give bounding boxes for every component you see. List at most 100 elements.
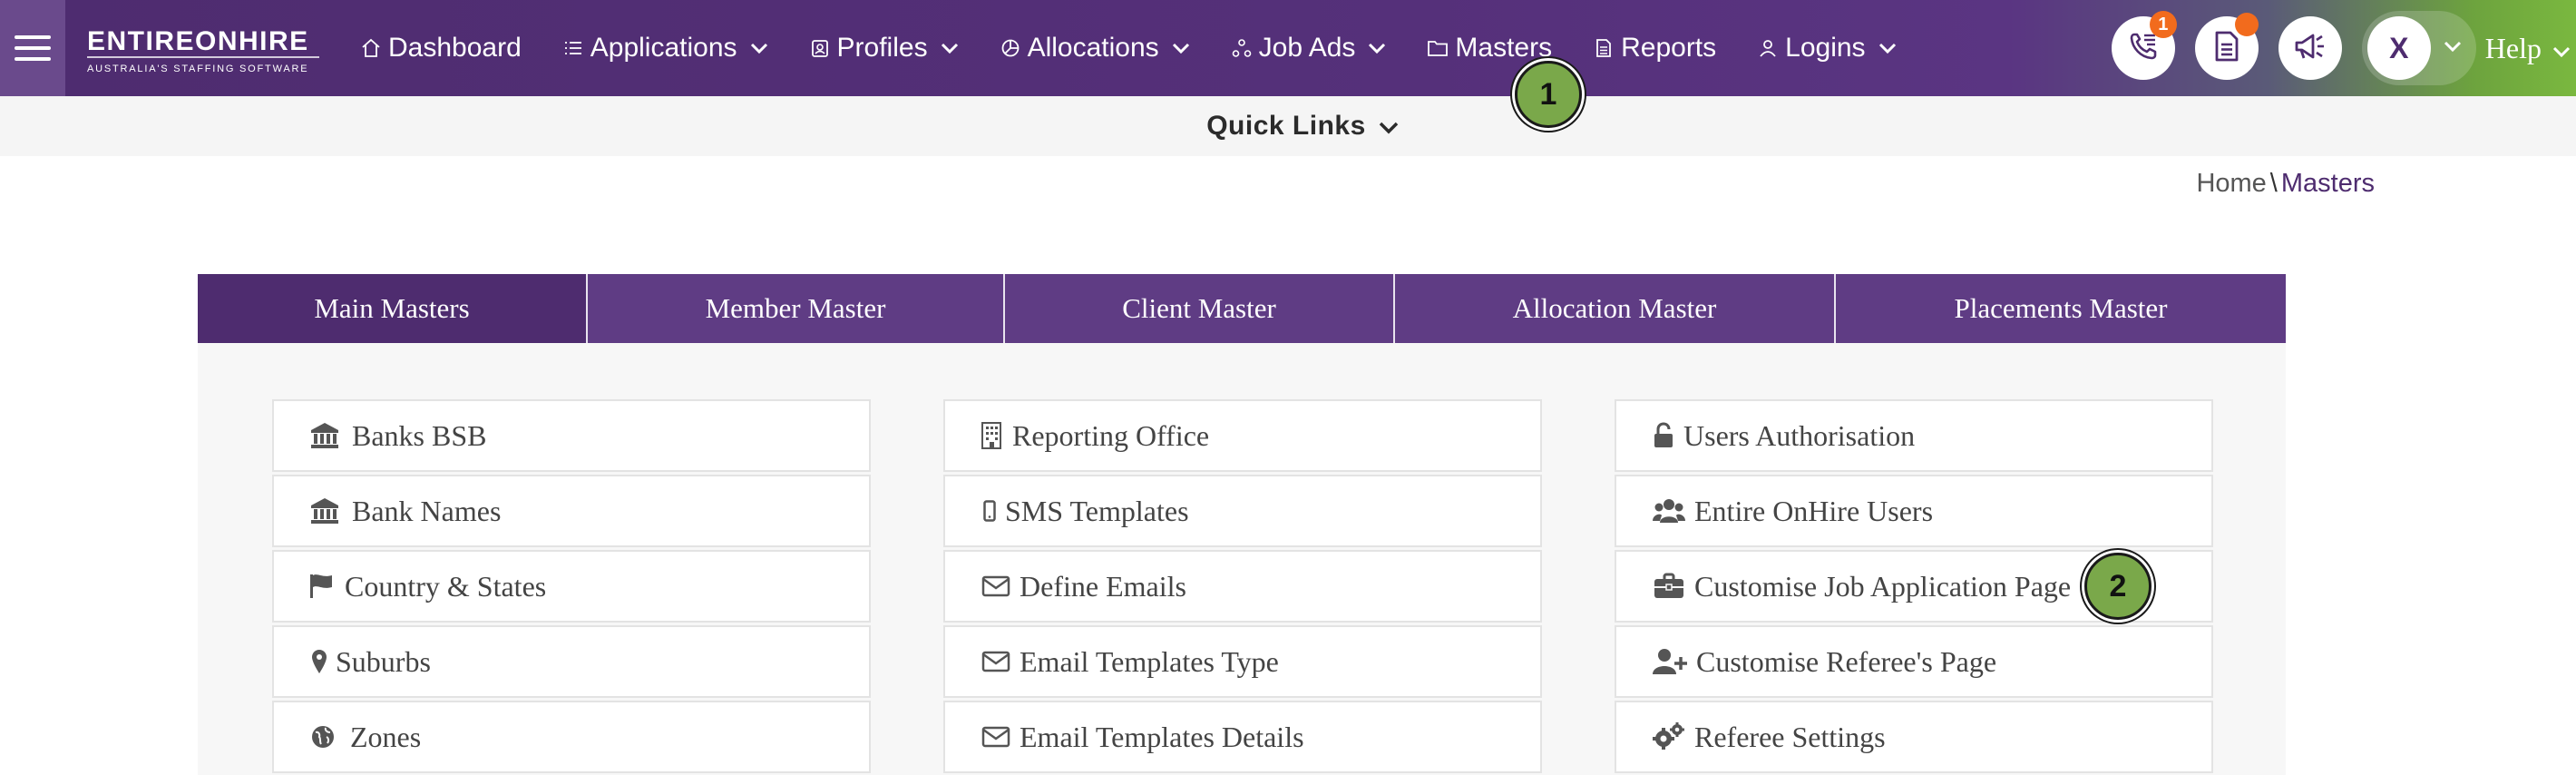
list-item-label: Entire OnHire Users [1694, 494, 1934, 527]
tab-placements-master[interactable]: Placements Master [1836, 274, 2286, 343]
list-item-country-states[interactable]: Country & States [272, 550, 871, 623]
list-item-label: Users Authorisation [1683, 418, 1916, 452]
pie-chart-icon [999, 36, 1022, 60]
list-item-label: Customise Job Application Page [1694, 569, 2072, 603]
flag-icon [308, 570, 334, 603]
bank-icon [308, 419, 341, 452]
building-icon [980, 419, 1003, 452]
nav-profiles[interactable]: Profiles [808, 0, 959, 96]
list-item-suburbs[interactable]: Suburbs [272, 625, 871, 698]
nav-reports-label: Reports [1621, 33, 1717, 63]
user-icon [1756, 36, 1780, 60]
unlock-icon [1653, 419, 1674, 452]
folder-icon [1426, 36, 1449, 60]
nav-masters-label: Masters [1455, 33, 1553, 63]
list-item-zones[interactable]: Zones [272, 701, 871, 773]
list-item-label: Customise Referee's Page [1696, 644, 1997, 678]
chevron-down-icon [750, 42, 768, 54]
top-navigation-bar: ENTIREONHIRE AUSTRALIA'S STAFFING SOFTWA… [0, 0, 2576, 96]
main-menu: Dashboard Applications Profiles Allocati… [359, 0, 1937, 96]
hamburger-menu-icon[interactable] [0, 0, 65, 96]
masters-column-2: Reporting Office SMS Templates Define Em… [943, 399, 1542, 775]
brand-logo-graphic: ENTIREONHIRE AUSTRALIA'S STAFFING SOFTWA… [87, 26, 319, 74]
list-item-label: Email Templates Type [1020, 644, 1279, 678]
list-item-referee-settings[interactable]: Referee Settings [1615, 701, 2213, 773]
list-item-label: Zones [350, 720, 422, 753]
nav-allocations-label: Allocations [1027, 33, 1159, 63]
user-menu[interactable]: X [2361, 11, 2476, 85]
list-item-label: Define Emails [1020, 569, 1186, 603]
nav-allocations[interactable]: Allocations [999, 0, 1190, 96]
quick-links-toggle[interactable]: Quick Links [1206, 111, 1399, 142]
header-tools: 1 X Help [2111, 0, 2576, 96]
announcements-button[interactable] [2278, 16, 2342, 80]
list-item-entire-onhire-users[interactable]: Entire OnHire Users [1615, 475, 2213, 547]
chevron-down-icon [1368, 42, 1386, 54]
id-badge-icon [808, 36, 832, 60]
phone-calls-button[interactable]: 1 [2111, 11, 2177, 80]
nav-profiles-label: Profiles [836, 33, 928, 63]
chevron-down-icon [1379, 111, 1399, 142]
list-item-label: Bank Names [352, 494, 502, 527]
nav-dashboard[interactable]: Dashboard [359, 0, 522, 96]
quick-links-label: Quick Links [1206, 111, 1366, 141]
map-marker-icon [310, 645, 328, 678]
breadcrumb-home[interactable]: Home [2196, 169, 2266, 199]
avatar: X [2366, 16, 2431, 80]
user-plus-icon [1653, 645, 1687, 678]
mobile-icon [981, 495, 998, 527]
list-item-label: Banks BSB [352, 418, 487, 452]
nav-job-ads-label: Job Ads [1258, 33, 1356, 63]
briefcase-icon [1653, 570, 1685, 603]
bank-icon [308, 495, 341, 527]
breadcrumb-separator: \ [2269, 169, 2278, 198]
quick-links-bar: Quick Links [0, 96, 2576, 156]
list-item-label: Referee Settings [1694, 720, 1886, 753]
nav-reports[interactable]: Reports [1592, 0, 1716, 96]
masters-panel: Main Masters Member Master Client Master… [198, 274, 2286, 775]
help-menu[interactable]: Help [2485, 32, 2571, 65]
list-item-users-authorisation[interactable]: Users Authorisation [1615, 399, 2213, 472]
nav-dashboard-label: Dashboard [388, 33, 522, 63]
chevron-down-icon [1172, 42, 1190, 54]
nav-applications[interactable]: Applications [561, 0, 768, 96]
masters-tabs: Main Masters Member Master Client Master… [198, 274, 2286, 343]
chevron-down-icon [1878, 42, 1897, 54]
documents-dot-badge [2234, 13, 2259, 36]
list-item-banks-bsb[interactable]: Banks BSB [272, 399, 871, 472]
nav-applications-label: Applications [590, 33, 737, 63]
nav-logins-label: Logins [1785, 33, 1866, 63]
tab-main-masters[interactable]: Main Masters [198, 274, 588, 343]
list-item-email-templates-type[interactable]: Email Templates Type [943, 625, 1542, 698]
document-icon [1592, 36, 1615, 60]
list-item-email-templates-details[interactable]: Email Templates Details [943, 701, 1542, 773]
tab-allocation-master[interactable]: Allocation Master [1395, 274, 1836, 343]
network-icon [1230, 36, 1254, 60]
tab-client-master[interactable]: Client Master [1005, 274, 1395, 343]
nav-logins[interactable]: Logins [1756, 0, 1896, 96]
list-item-sms-templates[interactable]: SMS Templates [943, 475, 1542, 547]
step-marker-1: 1 [1515, 61, 1582, 128]
list-icon [561, 36, 585, 60]
list-item-label: Email Templates Details [1020, 720, 1304, 753]
envelope-icon [981, 721, 1010, 753]
list-item-bank-names[interactable]: Bank Names [272, 475, 871, 547]
step-marker-2: 2 [2084, 553, 2152, 620]
brand-logo[interactable]: ENTIREONHIRE AUSTRALIA'S STAFFING SOFTWA… [85, 19, 323, 77]
list-item-define-emails[interactable]: Define Emails [943, 550, 1542, 623]
svg-text:ENTIREONHIRE: ENTIREONHIRE [87, 26, 309, 56]
envelope-icon [981, 570, 1010, 603]
chevron-down-icon [941, 42, 959, 54]
chevron-down-icon [2552, 32, 2571, 65]
masters-column-1: Banks BSB Bank Names Country & States Su… [272, 399, 871, 775]
list-item-customise-referee-page[interactable]: Customise Referee's Page [1615, 625, 2213, 698]
list-item-reporting-office[interactable]: Reporting Office [943, 399, 1542, 472]
breadcrumb: Home \ Masters [2196, 169, 2375, 199]
tab-member-master[interactable]: Member Master [588, 274, 1005, 343]
documents-button[interactable] [2194, 13, 2259, 80]
envelope-icon [981, 645, 1010, 678]
globe-icon [310, 721, 336, 753]
megaphone-icon [2293, 31, 2327, 66]
chevron-down-icon [2444, 40, 2462, 57]
nav-job-ads[interactable]: Job Ads [1230, 0, 1387, 96]
